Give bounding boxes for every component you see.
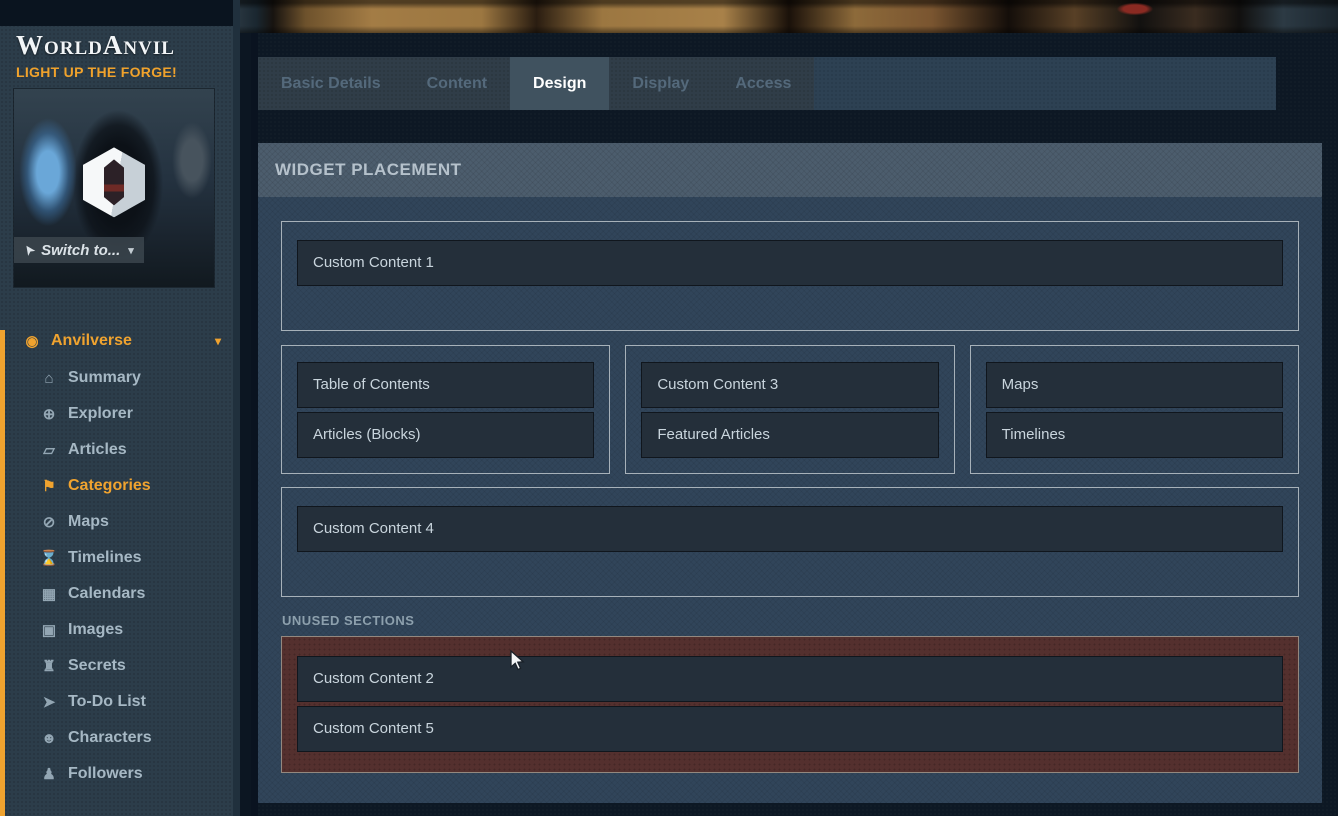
sidebar-item-images[interactable]: ▣ Images xyxy=(0,612,233,648)
hex-emblem-inner xyxy=(104,159,124,205)
users-icon: ☻ xyxy=(38,730,60,747)
widget-custom-content-1[interactable]: Custom Content 1 xyxy=(297,240,1283,286)
world-name: Anvilverse xyxy=(51,332,132,350)
caret-down-icon: ▾ xyxy=(128,244,134,257)
world-cover-image: ➤ Switch to... ▾ xyxy=(14,89,214,287)
switch-to-button[interactable]: ➤ Switch to... ▾ xyxy=(14,237,144,263)
tagline: LIGHT UP THE FORGE! xyxy=(16,64,217,80)
sidebar-item-maps[interactable]: ⊘ Maps xyxy=(0,504,233,540)
tab-content[interactable]: Content xyxy=(404,57,510,110)
sidebar-item-summary[interactable]: ⌂ Summary xyxy=(0,360,233,396)
widget-dropzone-col3: Maps Timelines xyxy=(970,345,1299,474)
chevron-down-icon: ▾ xyxy=(215,334,221,348)
sidebar: WorldAnvil LIGHT UP THE FORGE! ➤ Switch … xyxy=(0,0,233,816)
widget-custom-content-5[interactable]: Custom Content 5 xyxy=(297,706,1283,752)
sidebar-item-articles[interactable]: ▱ Articles xyxy=(0,432,233,468)
widget-articles-blocks[interactable]: Articles (Blocks) xyxy=(297,412,594,458)
hourglass-icon: ⌛ xyxy=(38,549,60,567)
widget-columns-row: Table of Contents Articles (Blocks) Cust… xyxy=(281,345,1299,474)
map-icon: ⊘ xyxy=(38,513,60,531)
sidebar-item-label: Calendars xyxy=(68,585,145,603)
person-icon: ♟ xyxy=(38,765,60,783)
widget-maps[interactable]: Maps xyxy=(986,362,1283,408)
main-area: Basic Details Content Design Display Acc… xyxy=(233,0,1338,816)
widget-custom-content-3[interactable]: Custom Content 3 xyxy=(641,362,938,408)
switch-to-label: Switch to... xyxy=(41,242,120,259)
unused-sections-title: UNUSED SECTIONS xyxy=(282,613,1299,628)
sidebar-item-followers[interactable]: ♟ Followers xyxy=(0,756,233,792)
tab-bar-filler xyxy=(814,57,1276,110)
unused-sections-dropzone: Custom Content 2 Custom Content 5 xyxy=(281,636,1299,773)
widget-placement-panel: WIDGET PLACEMENT Custom Content 1 Table … xyxy=(258,143,1322,803)
widget-dropzone-col1: Table of Contents Articles (Blocks) xyxy=(281,345,610,474)
widget-dropzone-col2: Custom Content 3 Featured Articles xyxy=(625,345,954,474)
sidebar-item-label: Timelines xyxy=(68,549,142,567)
sidebar-item-timelines[interactable]: ⌛ Timelines xyxy=(0,540,233,576)
tab-bar: Basic Details Content Design Display Acc… xyxy=(258,57,1276,110)
sidebar-item-label: Categories xyxy=(68,477,151,495)
widget-custom-content-2[interactable]: Custom Content 2 xyxy=(297,656,1283,702)
widget-dropzone-top: Custom Content 1 xyxy=(281,221,1299,331)
tab-design[interactable]: Design xyxy=(510,57,609,110)
sidebar-item-label: To-Do List xyxy=(68,693,146,711)
tab-basic-details[interactable]: Basic Details xyxy=(258,57,404,110)
compass-icon: ⊕ xyxy=(38,405,60,423)
sidebar-item-label: Explorer xyxy=(68,405,133,423)
sidebar-item-characters[interactable]: ☻ Characters xyxy=(0,720,233,756)
widget-custom-content-4[interactable]: Custom Content 4 xyxy=(297,506,1283,552)
left-gutter xyxy=(233,0,258,816)
world-hex-emblem-icon xyxy=(83,147,145,217)
sidebar-item-label: Maps xyxy=(68,513,109,531)
sidebar-item-label: Followers xyxy=(68,765,143,783)
sidebar-item-label: Articles xyxy=(68,441,127,459)
rook-icon: ♜ xyxy=(38,657,60,675)
sidebar-item-label: Summary xyxy=(68,369,141,387)
world-banner-image xyxy=(240,0,1338,33)
widget-featured-articles[interactable]: Featured Articles xyxy=(641,412,938,458)
worldanvil-logo[interactable]: WorldAnvil xyxy=(16,30,217,61)
widget-table-of-contents[interactable]: Table of Contents xyxy=(297,362,594,408)
widget-dropzone-bottom: Custom Content 4 xyxy=(281,487,1299,597)
sidebar-item-secrets[interactable]: ♜ Secrets xyxy=(0,648,233,684)
sidebar-item-explorer[interactable]: ⊕ Explorer xyxy=(0,396,233,432)
home-icon: ⌂ xyxy=(38,370,60,387)
nav-arrow-icon: ➤ xyxy=(20,242,37,258)
sidebar-item-calendars[interactable]: ▦ Calendars xyxy=(0,576,233,612)
sidebar-item-anvilverse[interactable]: ◉ Anvilverse ▾ xyxy=(0,322,233,360)
scroll-icon: ⚑ xyxy=(38,477,60,495)
sidebar-item-label: Images xyxy=(68,621,123,639)
panel-title: WIDGET PLACEMENT xyxy=(258,143,1322,197)
logo-area: WorldAnvil LIGHT UP THE FORGE! xyxy=(0,26,233,80)
sidebar-item-categories[interactable]: ⚑ Categories xyxy=(0,468,233,504)
calendar-icon: ▦ xyxy=(38,585,60,603)
sidebar-item-label: Characters xyxy=(68,729,152,747)
paper-plane-icon: ➤ xyxy=(38,693,60,711)
sidebar-nav: ◉ Anvilverse ▾ ⌂ Summary ⊕ Explorer ▱ Ar… xyxy=(0,322,233,792)
tabs-segment: Basic Details Content Design Display Acc… xyxy=(258,57,814,110)
globe-icon: ◉ xyxy=(21,332,43,350)
panel-body: Custom Content 1 Table of Contents Artic… xyxy=(258,197,1322,803)
sidebar-top-strip xyxy=(0,0,233,26)
widget-timelines[interactable]: Timelines xyxy=(986,412,1283,458)
sidebar-item-todo-list[interactable]: ➤ To-Do List xyxy=(0,684,233,720)
tab-display[interactable]: Display xyxy=(609,57,712,110)
active-section-rail xyxy=(0,330,5,816)
image-icon: ▣ xyxy=(38,621,60,639)
tab-access[interactable]: Access xyxy=(712,57,814,110)
sidebar-item-label: Secrets xyxy=(68,657,126,675)
book-icon: ▱ xyxy=(38,441,60,459)
